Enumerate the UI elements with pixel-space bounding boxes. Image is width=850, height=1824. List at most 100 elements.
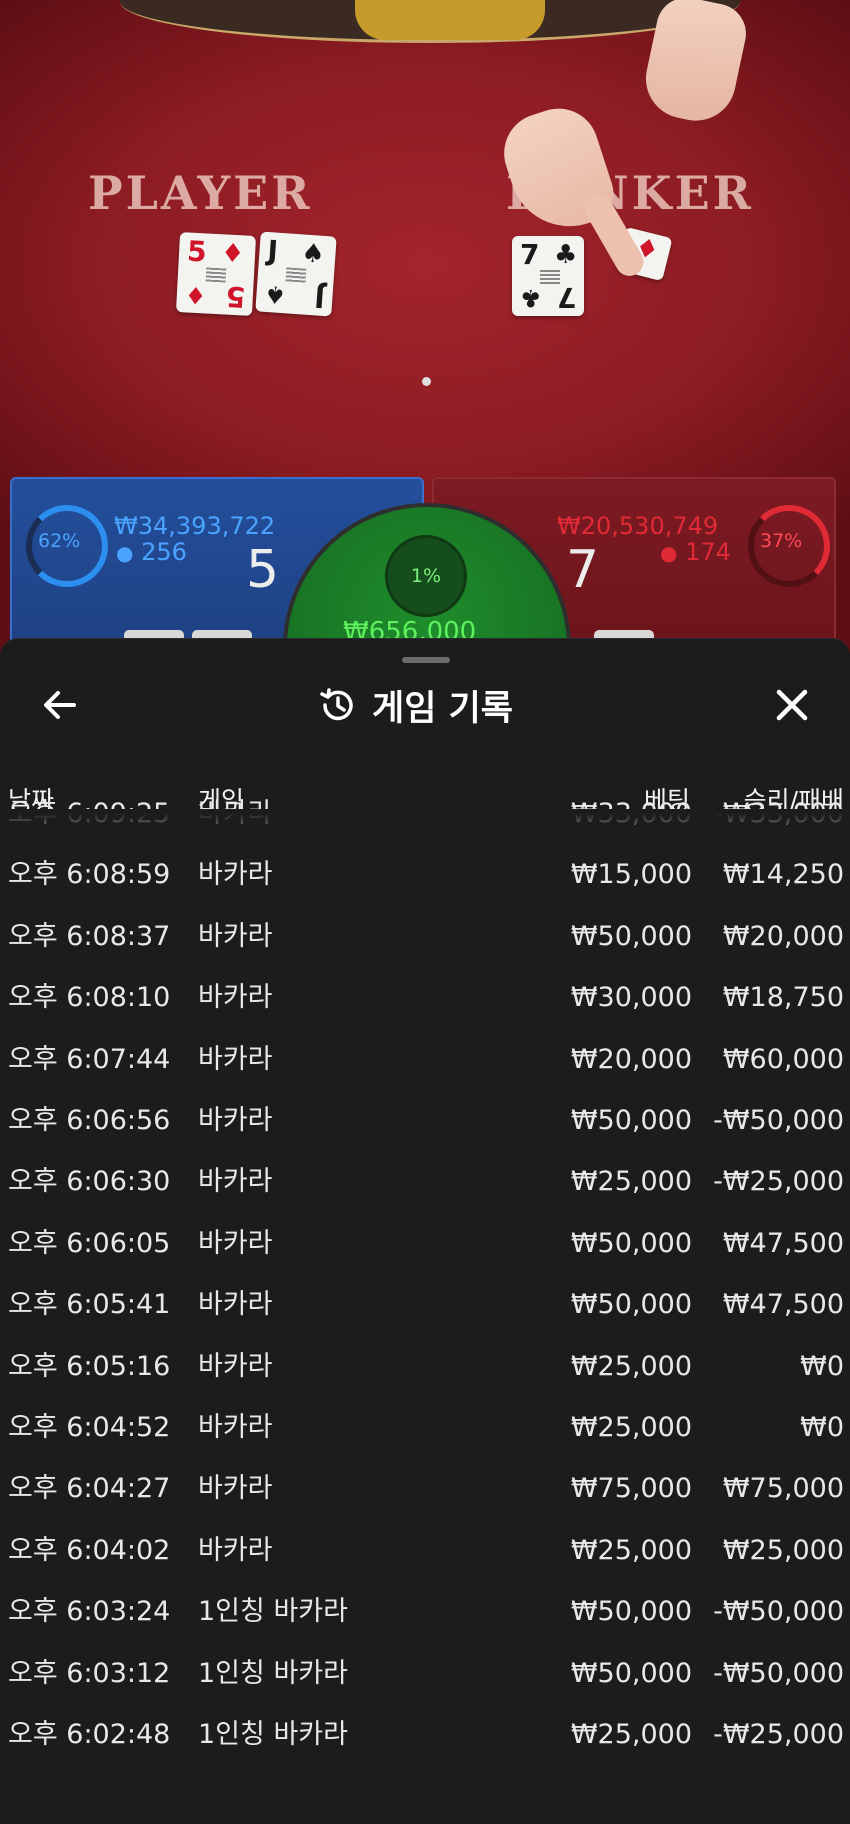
row-date: 오후 6:06:56 (8, 1105, 171, 1136)
row-date: 오후 6:05:41 (8, 1289, 171, 1321)
tie-percent: 1% (410, 565, 442, 587)
row-win-loss: ₩75,000 (722, 1473, 844, 1505)
row-bet-amount: ₩25,000 (570, 1350, 692, 1382)
table-row[interactable]: 오후 6:07:44 바카라 ₩20,000 ₩60,000 (0, 1030, 850, 1090)
player-zone-label: PLAYER (88, 166, 313, 220)
banker-bettor-count: ● 174 (660, 538, 731, 566)
user-icon: ● (116, 541, 134, 565)
table-row[interactable]: 오후 6:04:52 바카라 ₩25,000 ₩0 (0, 1398, 850, 1458)
row-win-loss: -₩25,000 (713, 1719, 844, 1750)
table-row[interactable]: 오후 6:09:25 바카라 ₩33,000 -₩33,000 (0, 784, 850, 844)
row-bet-amount: ₩25,000 (570, 1166, 692, 1198)
row-win-loss: ₩60,000 (722, 1043, 844, 1075)
row-bet-amount: ₩75,000 (570, 1473, 692, 1505)
spade-icon: ♠ (263, 279, 287, 310)
row-win-loss: ₩0 (800, 1350, 844, 1382)
row-game: 바카라 (198, 1043, 273, 1075)
row-date: 오후 6:09:25 (8, 798, 171, 829)
row-bet-amount: ₩20,000 (570, 1043, 692, 1075)
row-win-loss: ₩0 (800, 1412, 844, 1443)
row-bet-amount: ₩25,000 (570, 1719, 692, 1750)
row-win-loss: ₩47,500 (722, 1289, 844, 1321)
table-marker (422, 377, 431, 386)
row-date: 오후 6:04:02 (8, 1534, 171, 1566)
player-card-2: J ♠ ♠ J (255, 231, 337, 317)
close-button[interactable] (770, 683, 814, 727)
table-row[interactable]: 오후 6:03:24 1인칭 바카라 ₩50,000 -₩50,000 (0, 1582, 850, 1642)
row-bet-amount: ₩50,000 (570, 1657, 692, 1689)
row-bet-amount: ₩25,000 (570, 1412, 692, 1443)
row-date: 오후 6:02:48 (8, 1719, 171, 1750)
row-game: 1인칭 바카라 (198, 1657, 348, 1689)
row-game: 바카라 (198, 1473, 273, 1505)
sheet-drag-handle[interactable] (402, 657, 450, 663)
table-row[interactable]: 오후 6:08:10 바카라 ₩30,000 ₩18,750 (0, 968, 850, 1028)
row-win-loss: ₩18,750 (722, 982, 844, 1014)
table-row[interactable]: 오후 6:02:48 1인칭 바카라 ₩25,000 -₩25,000 (0, 1705, 850, 1765)
row-win-loss: -₩50,000 (713, 1657, 844, 1689)
row-game: 바카라 (198, 859, 273, 891)
row-game: 바카라 (198, 920, 273, 952)
game-history-sheet: 게임 기록 날짜 게임 베팅 승리/패배 오후 6:09:25 바카라 ₩33,00… (0, 638, 850, 1824)
row-bet-amount: ₩15,000 (570, 859, 692, 891)
row-bet-amount: ₩25,000 (570, 1534, 692, 1566)
row-game: 바카라 (198, 1166, 273, 1198)
row-win-loss: ₩20,000 (722, 920, 844, 952)
row-game: 바카라 (198, 1412, 273, 1443)
row-date: 오후 6:06:05 (8, 1227, 171, 1259)
player-total-amount: ₩34,393,722 (114, 512, 276, 540)
history-list[interactable]: 오후 6:09:25 바카라 ₩33,000 -₩33,000 오후 6:08:59 바카… (0, 798, 850, 1824)
row-game: 바카라 (198, 1289, 273, 1321)
banker-total-amount: ₩20,530,749 (557, 512, 719, 540)
table-row[interactable]: 오후 6:05:16 바카라 ₩25,000 ₩0 (0, 1337, 850, 1397)
back-button[interactable] (38, 683, 82, 727)
dealer-sleeve (355, 0, 545, 40)
diamond-icon: ♦ (184, 280, 208, 310)
user-icon: ● (660, 541, 678, 565)
table-row[interactable]: 오후 6:03:12 1인칭 바카라 ₩50,000 -₩50,000 (0, 1644, 850, 1704)
row-win-loss: ₩47,500 (722, 1227, 844, 1259)
table-row[interactable]: 오후 6:04:27 바카라 ₩75,000 ₩75,000 (0, 1459, 850, 1519)
tie-percent-ring: 1% (385, 535, 467, 617)
diamond-icon: ♦ (220, 238, 246, 270)
row-date: 오후 6:06:30 (8, 1166, 171, 1198)
player-percent: 62% (38, 530, 81, 552)
table-row[interactable]: 오후 6:06:56 바카라 ₩50,000 -₩50,000 (0, 1091, 850, 1151)
row-date: 오후 6:03:12 (8, 1657, 171, 1689)
table-row[interactable]: 오후 6:06:30 바카라 ₩25,000 -₩25,000 (0, 1152, 850, 1212)
row-win-loss: -₩50,000 (713, 1596, 844, 1628)
row-win-loss: -₩50,000 (713, 1105, 844, 1136)
row-bet-amount: ₩50,000 (570, 920, 692, 952)
table-row[interactable]: 오후 6:08:59 바카라 ₩15,000 ₩14,250 (0, 845, 850, 905)
row-win-loss: -₩25,000 (713, 1166, 844, 1198)
row-game: 바카라 (198, 1534, 273, 1566)
row-game: 바카라 (198, 982, 273, 1014)
sheet-header: 게임 기록 (316, 679, 513, 731)
row-win-loss: -₩33,000 (713, 798, 844, 829)
row-date: 오후 6:07:44 (8, 1043, 171, 1075)
player-score: 5 (246, 540, 280, 600)
row-date: 오후 6:08:59 (8, 859, 171, 891)
table-row[interactable]: 오후 6:04:02 바카라 ₩25,000 ₩25,000 (0, 1521, 850, 1581)
player-bettor-count: ● 256 (116, 538, 187, 566)
table-row[interactable]: 오후 6:06:05 바카라 ₩50,000 ₩47,500 (0, 1214, 850, 1274)
card-rank: 5 (186, 234, 208, 269)
card-rank: J (266, 233, 280, 268)
row-bet-amount: ₩50,000 (570, 1227, 692, 1259)
banker-percent: 37% (760, 530, 803, 552)
club-icon: ♣ (520, 284, 542, 312)
table-row[interactable]: 오후 6:05:41 바카라 ₩50,000 ₩47,500 (0, 1275, 850, 1335)
table-row[interactable]: 오후 6:08:37 바카라 ₩50,000 ₩20,000 (0, 907, 850, 967)
arrow-left-icon (44, 691, 76, 719)
card-rank: 5 (224, 279, 246, 314)
row-game: 바카라 (198, 798, 273, 829)
close-icon (776, 689, 808, 721)
row-date: 오후 6:03:24 (8, 1596, 171, 1628)
row-game: 바카라 (198, 1227, 273, 1259)
row-win-loss: ₩14,250 (722, 859, 844, 891)
row-bet-amount: ₩30,000 (570, 982, 692, 1014)
player-card-1: 5 ♦ ♦ 5 (175, 232, 257, 316)
row-game: 1인칭 바카라 (198, 1719, 348, 1750)
row-date: 오후 6:04:52 (8, 1412, 171, 1443)
banker-score: 7 (566, 540, 600, 600)
